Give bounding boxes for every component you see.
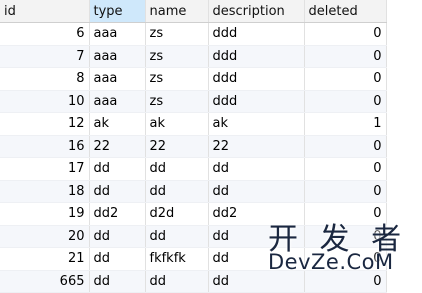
cell-type[interactable]: aaa xyxy=(89,22,146,46)
cell-id[interactable]: 20 xyxy=(0,225,90,248)
cell-description[interactable]: ddd xyxy=(208,90,305,113)
cell-description[interactable]: dd xyxy=(208,180,305,203)
cell-name[interactable]: zs xyxy=(145,45,209,68)
header-row: id type name description deleted xyxy=(0,0,387,23)
cell-deleted[interactable]: 0 xyxy=(304,67,387,91)
column-header-description[interactable]: description xyxy=(208,0,305,23)
table-row[interactable]: 20 dd dd dd 0 xyxy=(0,225,387,248)
column-header-id[interactable]: id xyxy=(0,0,90,23)
cell-id[interactable]: 12 xyxy=(0,112,90,136)
cell-name[interactable]: dd xyxy=(145,157,209,181)
cell-name[interactable]: zs xyxy=(145,67,209,91)
cell-description[interactable]: ddd xyxy=(208,22,305,46)
cell-type[interactable]: dd xyxy=(89,247,146,271)
cell-deleted[interactable]: 0 xyxy=(304,247,387,271)
cell-id[interactable]: 8 xyxy=(0,67,90,91)
cell-type[interactable]: ak xyxy=(89,112,146,136)
table-row[interactable]: 8 aaa zs ddd 0 xyxy=(0,67,387,91)
cell-type[interactable]: dd xyxy=(89,270,146,293)
cell-description[interactable]: 22 xyxy=(208,135,305,158)
cell-description[interactable]: ak xyxy=(208,112,305,136)
cell-deleted[interactable]: 0 xyxy=(304,135,387,158)
cell-description[interactable]: dd xyxy=(208,247,305,271)
cell-name[interactable]: zs xyxy=(145,90,209,113)
table-row[interactable]: 7 aaa zs ddd 0 xyxy=(0,45,387,68)
cell-description[interactable]: dd xyxy=(208,157,305,181)
cell-name[interactable]: ak xyxy=(145,112,209,136)
cell-type[interactable]: 22 xyxy=(89,135,146,158)
table-row[interactable]: 17 dd dd dd 0 xyxy=(0,157,387,181)
cell-type[interactable]: dd2 xyxy=(89,202,146,226)
column-header-deleted[interactable]: deleted xyxy=(304,0,387,23)
column-header-name[interactable]: name xyxy=(145,0,209,23)
cell-id[interactable]: 18 xyxy=(0,180,90,203)
cell-description[interactable]: dd xyxy=(208,270,305,293)
cell-type[interactable]: aaa xyxy=(89,90,146,113)
cell-type[interactable]: dd xyxy=(89,180,146,203)
table-row[interactable]: 18 dd dd dd 0 xyxy=(0,180,387,203)
cell-deleted[interactable]: 0 xyxy=(304,202,387,226)
table-row[interactable]: 19 dd2 d2d dd2 0 xyxy=(0,202,387,226)
cell-name[interactable]: zs xyxy=(145,22,209,46)
cell-name[interactable]: dd xyxy=(145,225,209,248)
cell-deleted[interactable]: 0 xyxy=(304,270,387,293)
cell-id[interactable]: 7 xyxy=(0,45,90,68)
results-grid: id type name description deleted 6 aaa zs d… xyxy=(0,0,387,293)
table-row[interactable]: 21 dd fkfkfk dd 0 xyxy=(0,247,387,271)
cell-id[interactable]: 6 xyxy=(0,22,90,46)
cell-deleted[interactable]: 0 xyxy=(304,90,387,113)
cell-description[interactable]: dd2 xyxy=(208,202,305,226)
cell-id[interactable]: 10 xyxy=(0,90,90,113)
cell-id[interactable]: 21 xyxy=(0,247,90,271)
table-row[interactable]: 16 22 22 22 0 xyxy=(0,135,387,158)
cell-deleted[interactable]: 0 xyxy=(304,180,387,203)
column-header-type[interactable]: type xyxy=(89,0,146,23)
table-row[interactable]: 10 aaa zs ddd 0 xyxy=(0,90,387,113)
cell-deleted[interactable]: 1 xyxy=(304,112,387,136)
cell-id[interactable]: 16 xyxy=(0,135,90,158)
cell-id[interactable]: 19 xyxy=(0,202,90,226)
cell-description[interactable]: dd xyxy=(208,225,305,248)
cell-name[interactable]: fkfkfk xyxy=(145,247,209,271)
cell-name[interactable]: dd xyxy=(145,180,209,203)
cell-deleted[interactable]: 0 xyxy=(304,225,387,248)
cell-deleted[interactable]: 0 xyxy=(304,22,387,46)
cell-id[interactable]: 665 xyxy=(0,270,90,293)
cell-type[interactable]: dd xyxy=(89,225,146,248)
table-row[interactable]: 6 aaa zs ddd 0 xyxy=(0,22,387,46)
cell-type[interactable]: aaa xyxy=(89,67,146,91)
cell-type[interactable]: dd xyxy=(89,157,146,181)
cell-description[interactable]: ddd xyxy=(208,45,305,68)
cell-name[interactable]: dd xyxy=(145,270,209,293)
cell-name[interactable]: 22 xyxy=(145,135,209,158)
cell-description[interactable]: ddd xyxy=(208,67,305,91)
table-row[interactable]: 12 ak ak ak 1 xyxy=(0,112,387,136)
cell-deleted[interactable]: 0 xyxy=(304,45,387,68)
cell-type[interactable]: aaa xyxy=(89,45,146,68)
cell-id[interactable]: 17 xyxy=(0,157,90,181)
table-row[interactable]: 665 dd dd dd 0 xyxy=(0,270,387,293)
cell-name[interactable]: d2d xyxy=(145,202,209,226)
cell-deleted[interactable]: 0 xyxy=(304,157,387,181)
